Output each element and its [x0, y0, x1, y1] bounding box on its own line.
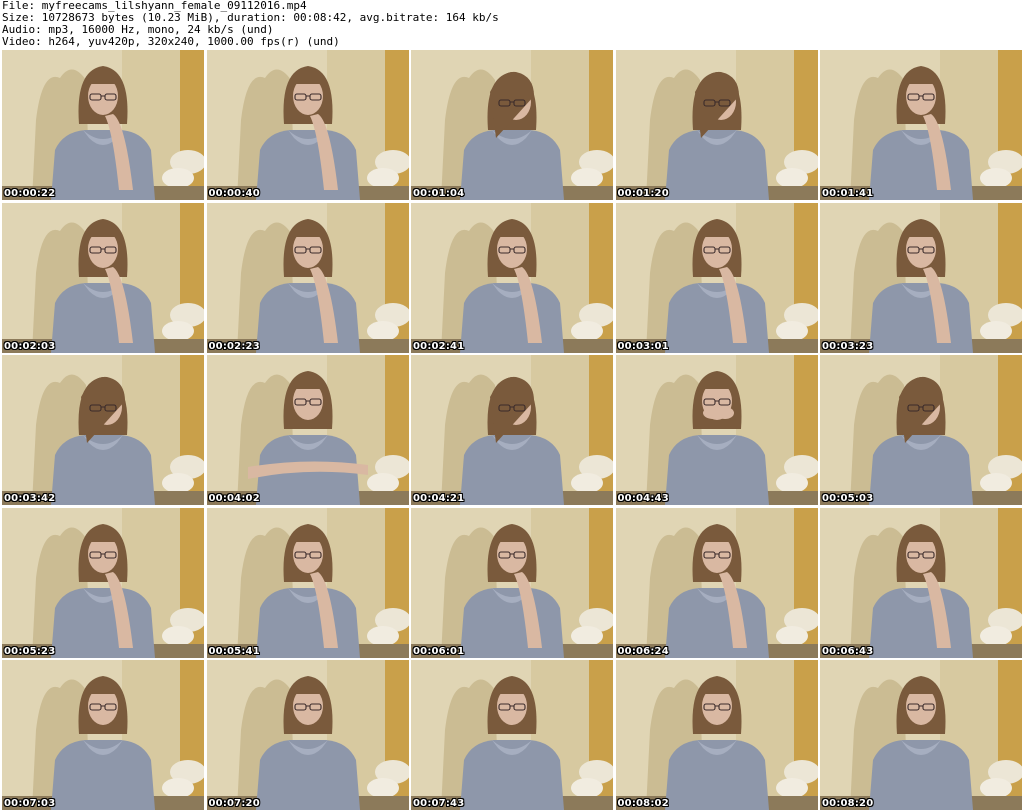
thumbnail-timestamp: 00:02:23	[208, 340, 260, 352]
thumbnail-grid: 00:00:22 00:00:40 00:01:04 00:01:20 00:01:41…	[2, 50, 1022, 810]
thumbnail-frame-image	[411, 507, 613, 658]
thumbnail-timestamp: 00:06:24	[617, 645, 669, 657]
thumbnail-timestamp: 00:03:42	[4, 493, 56, 504]
thumbnail-timestamp: 00:03:01	[617, 340, 669, 352]
thumbnail-timestamp: 00:02:41	[413, 340, 465, 352]
video-thumbnail: 00:08:20	[820, 660, 1022, 810]
video-thumbnail: 00:02:41	[411, 202, 613, 353]
thumbnail-timestamp: 00:06:01	[413, 645, 465, 657]
thumbnail-timestamp: 00:07:03	[4, 798, 56, 809]
thumbnail-timestamp: 00:01:04	[413, 188, 465, 199]
thumbnail-frame-image	[820, 507, 1022, 658]
thumbnail-timestamp: 00:07:43	[413, 798, 465, 809]
thumbnail-frame-image	[411, 660, 613, 810]
video-thumbnail: 00:02:03	[2, 202, 204, 353]
thumbnail-timestamp: 00:08:20	[822, 798, 874, 809]
thumbnail-frame-image	[820, 355, 1022, 505]
video-thumbnail: 00:05:03	[820, 355, 1022, 505]
thumbnail-frame-image	[2, 507, 204, 658]
thumbnail-frame-image	[615, 660, 818, 810]
video-thumbnail: 00:03:23	[820, 202, 1022, 353]
thumbnail-frame-image	[206, 660, 409, 810]
video-thumbnail: 00:05:23	[2, 507, 204, 658]
thumbnail-timestamp: 00:00:40	[208, 188, 260, 199]
thumbnail-timestamp: 00:03:23	[822, 340, 874, 352]
thumbnail-frame-image	[2, 202, 204, 353]
video-thumbnail: 00:00:40	[206, 50, 409, 200]
video-thumbnail: 00:01:20	[615, 50, 818, 200]
thumbnail-timestamp: 00:00:22	[4, 188, 56, 199]
thumbnail-frame-image	[820, 660, 1022, 810]
video-thumbnail: 00:01:04	[411, 50, 613, 200]
thumbnail-timestamp: 00:06:43	[822, 645, 874, 657]
thumbnail-frame-image	[206, 507, 409, 658]
video-thumbnail: 00:04:02	[206, 355, 409, 505]
video-thumbnail: 00:07:43	[411, 660, 613, 810]
thumbnail-frame-image	[820, 50, 1022, 200]
thumbnail-timestamp: 00:05:03	[822, 493, 874, 504]
thumbnail-timestamp: 00:02:03	[4, 340, 56, 352]
thumbnail-frame-image	[2, 660, 204, 810]
video-thumbnail: 00:07:20	[206, 660, 409, 810]
thumbnail-frame-image	[615, 50, 818, 200]
thumbnail-timestamp: 00:05:23	[4, 645, 56, 657]
thumbnail-frame-image	[2, 50, 204, 200]
thumbnail-timestamp: 00:04:02	[208, 493, 260, 504]
video-thumbnail: 00:03:01	[615, 202, 818, 353]
video-thumbnail: 00:07:03	[2, 660, 204, 810]
thumbnail-frame-image	[411, 355, 613, 505]
thumbnail-frame-image	[615, 507, 818, 658]
thumbnail-frame-image	[411, 202, 613, 353]
video-thumbnail: 00:08:02	[615, 660, 818, 810]
video-thumbnail: 00:04:43	[615, 355, 818, 505]
video-thumbnail: 00:00:22	[2, 50, 204, 200]
thumbnail-timestamp: 00:01:20	[617, 188, 669, 199]
thumbnail-timestamp: 00:04:43	[617, 493, 669, 504]
video-thumbnail: 00:06:24	[615, 507, 818, 658]
video-thumbnail: 00:02:23	[206, 202, 409, 353]
file-info-header: File: myfreecams_lilshyann_female_091120…	[2, 0, 1022, 50]
thumbnail-timestamp: 00:04:21	[413, 493, 465, 504]
thumbnail-frame-image	[615, 355, 818, 505]
thumbnail-frame-image	[206, 50, 409, 200]
thumbnail-timestamp: 00:05:41	[208, 645, 260, 657]
thumbnail-frame-image	[820, 202, 1022, 353]
thumbnail-frame-image	[411, 50, 613, 200]
thumbnail-frame-image	[206, 202, 409, 353]
thumbnail-frame-image	[2, 355, 204, 505]
video-thumbnail: 00:01:41	[820, 50, 1022, 200]
thumbnail-timestamp: 00:01:41	[822, 188, 874, 199]
thumbnail-timestamp: 00:07:20	[208, 798, 260, 809]
thumbnail-timestamp: 00:08:02	[617, 798, 669, 809]
video-info-line: Video: h264, yuv420p, 320x240, 1000.00 f…	[2, 35, 340, 48]
video-thumbnail: 00:03:42	[2, 355, 204, 505]
thumbnail-frame-image	[206, 355, 409, 505]
video-thumbnail: 00:06:01	[411, 507, 613, 658]
video-thumbnail: 00:05:41	[206, 507, 409, 658]
thumbnail-frame-image	[615, 202, 818, 353]
video-thumbnail: 00:06:43	[820, 507, 1022, 658]
video-thumbnail: 00:04:21	[411, 355, 613, 505]
